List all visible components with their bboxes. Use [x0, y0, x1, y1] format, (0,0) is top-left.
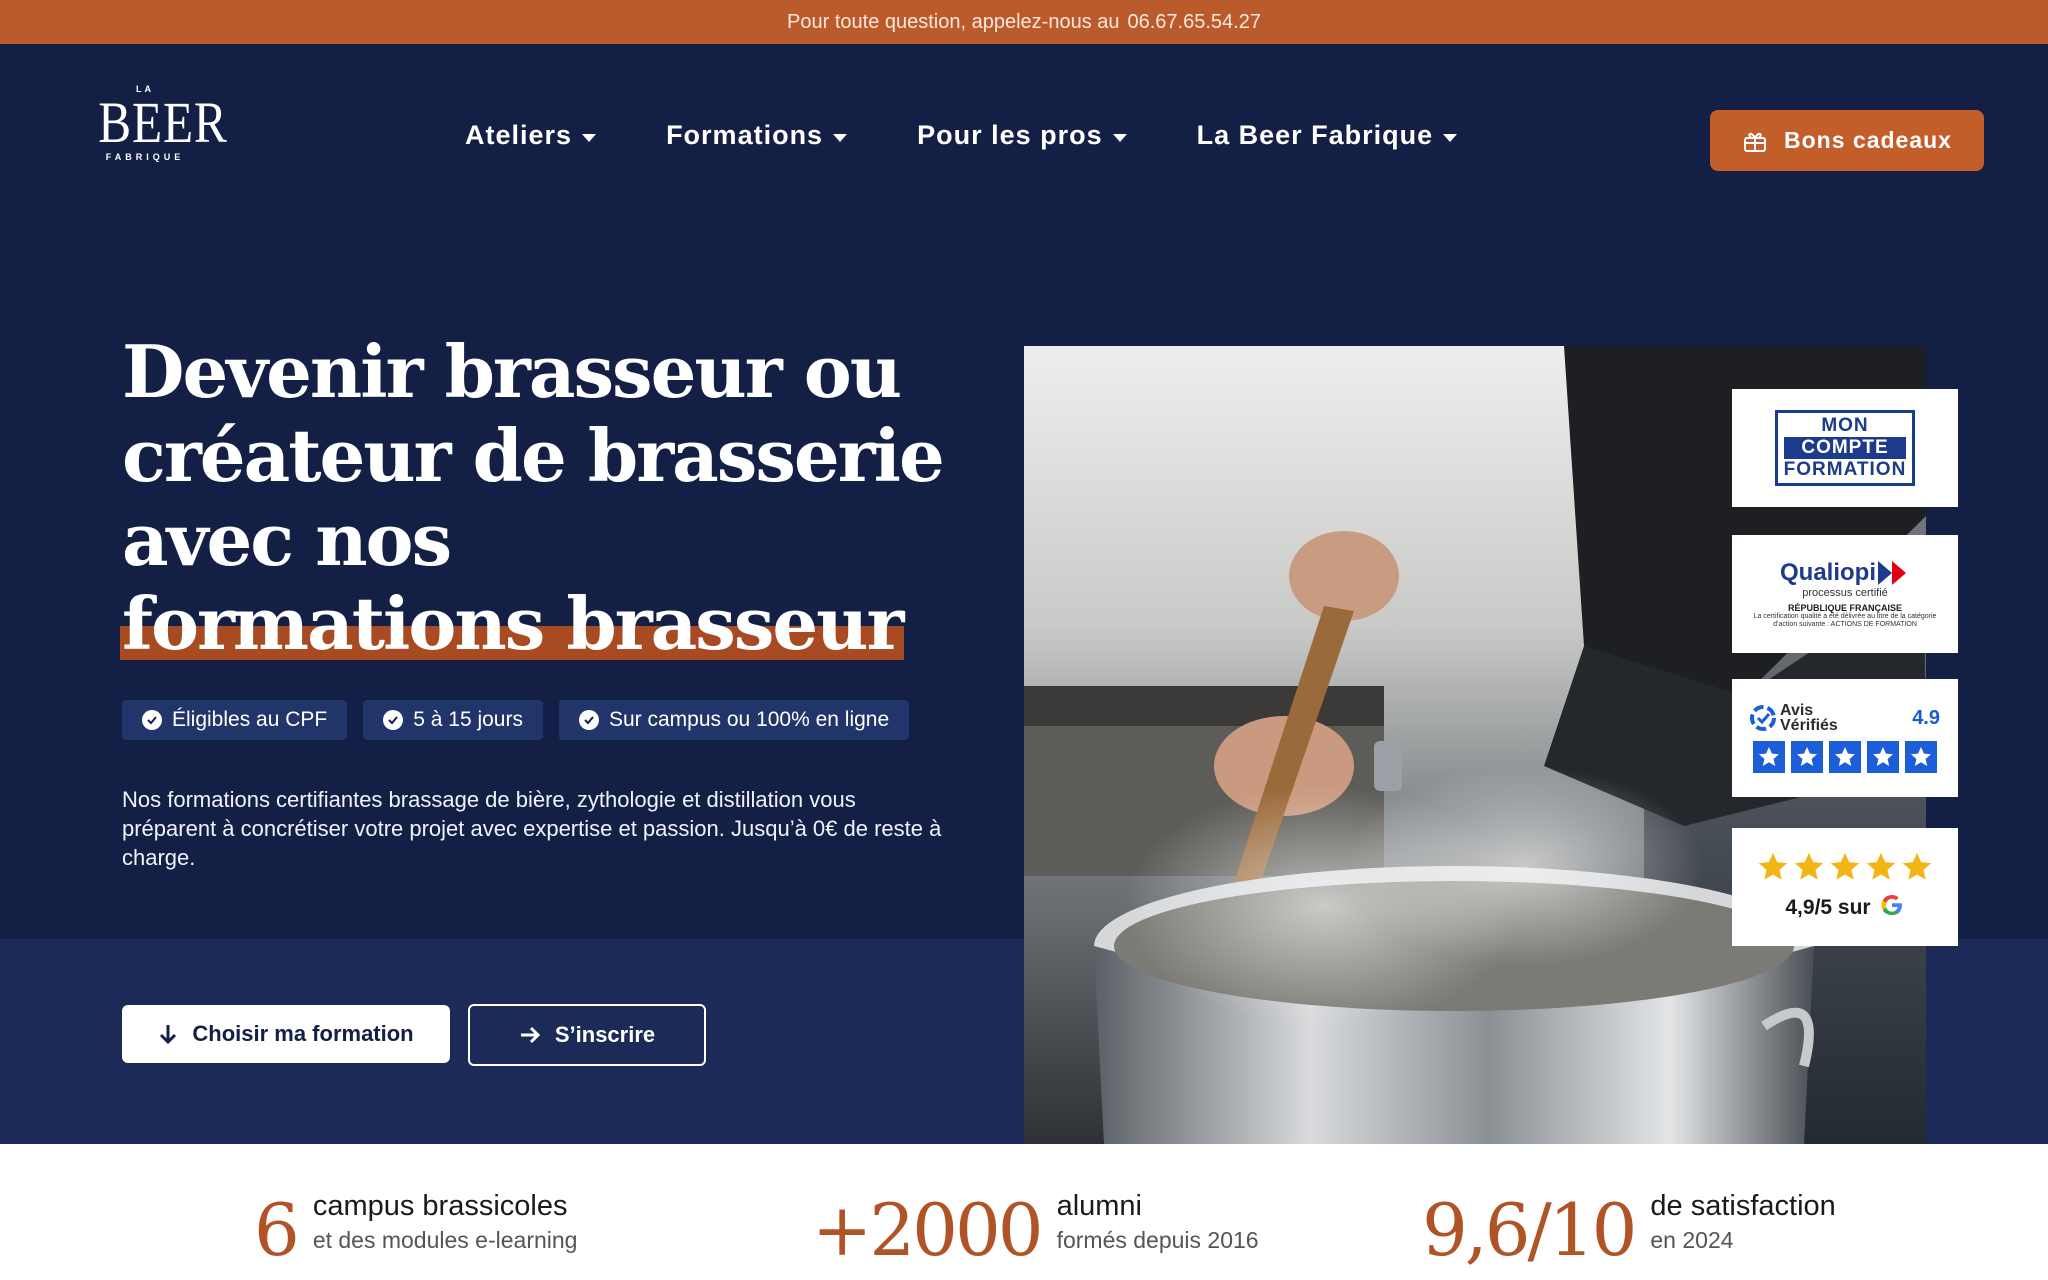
register-button[interactable]: S’inscrire: [468, 1004, 706, 1066]
badge-cpf: Éligibles au CPF: [122, 700, 348, 740]
qualiopi-tagline: processus certifié: [1802, 587, 1888, 599]
hero-badges: Éligibles au CPF 5 à 15 jours Sur campus…: [122, 700, 925, 740]
stat-number: +2000: [812, 1188, 1044, 1272]
google-rating-badge: 4,9/5 sur: [1732, 828, 1958, 946]
hero-title-line: avec nos: [122, 497, 452, 582]
caret-down-icon: [582, 133, 597, 142]
avis-verifies-label: Vérifiés: [1780, 717, 1838, 734]
stat-line2: formés depuis 2016: [1056, 1227, 1259, 1253]
hero-title: Devenir brasseur ou créateur de brasseri…: [119, 329, 945, 666]
avis-verifies-badge: Avis Vérifiés 4.9: [1732, 679, 1958, 797]
star-icon: [1902, 852, 1932, 880]
qualiopi-note: La certification qualité a été délivrée …: [1753, 613, 1937, 628]
avis-verifies-score: 4.9: [1912, 706, 1940, 729]
nav-item-pour-les-pros[interactable]: Pour les pros: [917, 120, 1127, 151]
google-score-text: 4,9/5 sur: [1785, 896, 1871, 919]
qualiopi-badge: Qualiopi processus certifié RÉPUBLIQUE F…: [1732, 535, 1958, 653]
badge-label: 5 à 15 jours: [413, 708, 523, 731]
avis-verifies-label: Avis: [1780, 702, 1814, 719]
choose-training-button[interactable]: Choisir ma formation: [122, 1005, 450, 1063]
stat-number: 6: [254, 1188, 300, 1272]
nav-item-label: La Beer Fabrique: [1196, 120, 1434, 150]
cta-secondary-label: S’inscrire: [554, 1022, 656, 1047]
cta-primary-label: Choisir ma formation: [192, 1021, 414, 1046]
phone-link[interactable]: 06.67.65.54.27: [1128, 11, 1261, 34]
badge-label: Éligibles au CPF: [172, 708, 328, 731]
star-icon: [1753, 741, 1785, 773]
star-icon: [1758, 852, 1788, 880]
caret-down-icon: [833, 133, 848, 142]
arrow-down-icon: [160, 1025, 177, 1045]
mon-compte-formation-badge: MON COMPTE FORMATION: [1732, 389, 1958, 507]
stat-satisfaction: 9,6/10 de satisfaction en 2024: [1422, 1190, 1836, 1268]
check-circle-icon: [383, 710, 404, 730]
caret-down-icon: [1112, 133, 1127, 142]
badge-format: Sur campus ou 100% en ligne: [558, 700, 910, 740]
caret-down-icon: [1443, 133, 1458, 142]
avis-verifies-icon: [1750, 705, 1776, 731]
star-icon: [1791, 741, 1823, 773]
stat-alumni: +2000 alumni formés depuis 2016: [812, 1190, 1259, 1268]
hero-title-line: formations brasseur: [119, 581, 922, 666]
stat-number: 9,6/10: [1422, 1188, 1637, 1272]
google-g-icon: [1879, 892, 1905, 925]
mcf-line: MON: [1821, 415, 1869, 436]
arrow-right-icon: [520, 1026, 540, 1044]
qualiopi-republic: RÉPUBLIQUE FRANÇAISE: [1787, 603, 1902, 613]
avis-verifies-header: Avis Vérifiés 4.9: [1750, 702, 1940, 734]
stat-line1: alumni: [1056, 1190, 1142, 1222]
stat-line2: en 2024: [1650, 1227, 1734, 1253]
mcf-line: FORMATION: [1783, 459, 1907, 480]
gift-voucher-button[interactable]: Bons cadeaux: [1710, 110, 1984, 171]
hero-description: Nos formations certifiantes brassage de …: [122, 787, 942, 870]
star-icon: [1905, 741, 1937, 773]
google-stars: [1755, 850, 1935, 884]
star-icon: [1829, 741, 1861, 773]
star-icon: [1866, 852, 1896, 880]
stat-line1: de satisfaction: [1650, 1190, 1836, 1222]
star-icon: [1830, 852, 1860, 880]
star-icon: [1794, 852, 1824, 880]
gift-icon: [1744, 132, 1767, 152]
hero-title-highlight: formations brasseur: [119, 581, 905, 666]
google-score: 4,9/5 sur: [1785, 892, 1904, 925]
gift-button-label: Bons cadeaux: [1784, 127, 1952, 153]
qualiopi-arrows-icon: [1878, 561, 1906, 585]
qualiopi-name: Qualiopi: [1780, 559, 1876, 586]
mcf-line: COMPTE: [1783, 437, 1907, 459]
stat-line2: et des modules e-learning: [312, 1227, 578, 1253]
check-circle-icon: [142, 710, 162, 730]
badge-duration: 5 à 15 jours: [363, 700, 543, 740]
check-circle-icon: [578, 710, 599, 730]
nav-item-ateliers[interactable]: Ateliers: [465, 120, 597, 151]
badge-label: Sur campus ou 100% en ligne: [608, 708, 890, 731]
avis-verifies-logo: Avis Vérifiés: [1750, 702, 1838, 734]
announcement-bar: Pour toute question, appelez-nous au 06.…: [0, 0, 2048, 44]
mon-compte-formation-logo: MON COMPTE FORMATION: [1774, 410, 1916, 486]
stat-campus: 6 campus brassicoles et des modules e-le…: [254, 1190, 577, 1268]
logo-beer: BEER: [98, 90, 228, 155]
stat-line1: campus brassicoles: [312, 1190, 568, 1222]
main-nav: Ateliers Formations Pour les pros La Bee…: [465, 120, 1527, 151]
nav-item-label: Ateliers: [465, 120, 573, 150]
nav-item-label: Pour les pros: [917, 120, 1103, 150]
hero-title-line: Devenir brasseur ou: [122, 329, 902, 414]
nav-item-formations[interactable]: Formations: [666, 120, 848, 151]
qualiopi-logo: Qualiopi: [1780, 559, 1910, 587]
announcement-text: Pour toute question, appelez-nous au: [787, 10, 1120, 33]
avis-verifies-stars: [1753, 741, 1937, 773]
nav-item-label: Formations: [666, 120, 824, 150]
star-icon: [1867, 741, 1899, 773]
hero-title-line: créateur de brasserie: [122, 413, 945, 498]
nav-item-la-beer-fabrique[interactable]: La Beer Fabrique: [1197, 120, 1458, 151]
site-logo[interactable]: LA BEER FABRIQUE: [90, 84, 228, 184]
